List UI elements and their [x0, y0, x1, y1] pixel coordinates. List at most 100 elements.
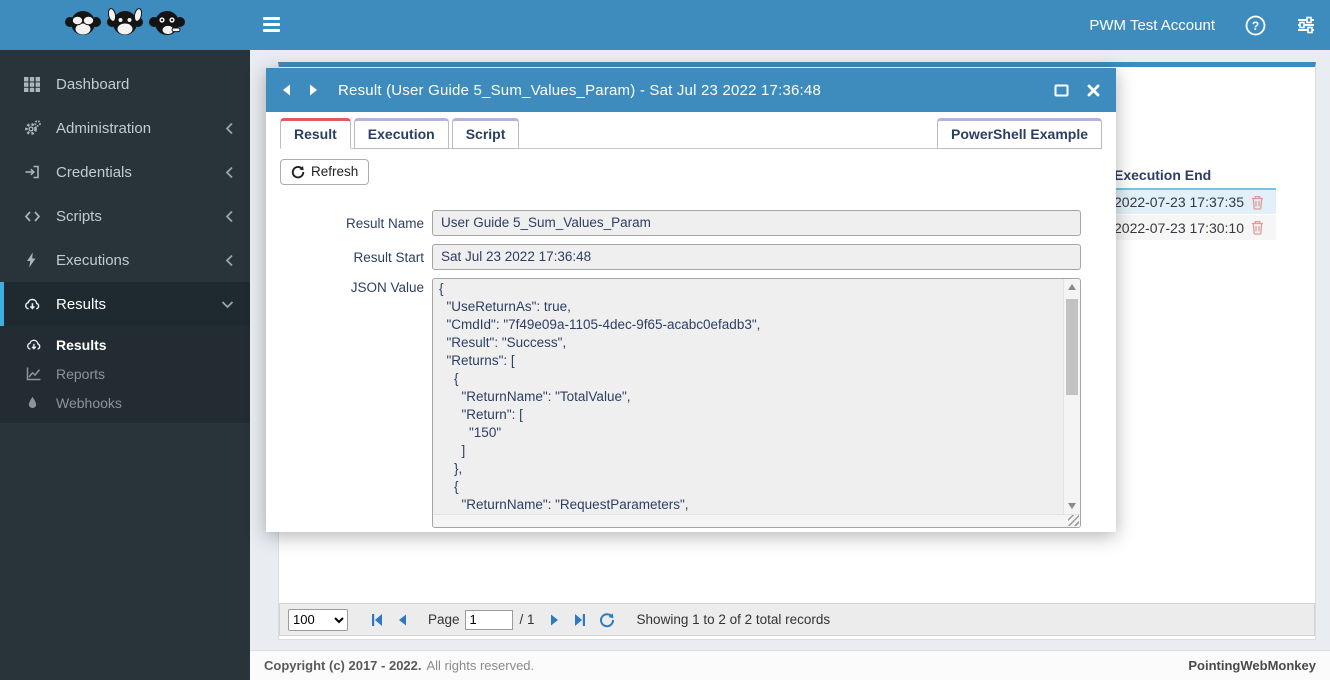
trash-icon: [1251, 195, 1264, 210]
submenu-item-reports[interactable]: Reports: [0, 359, 250, 388]
page-label: Page: [428, 612, 460, 627]
records-summary: Showing 1 to 2 of 2 total records: [637, 612, 831, 627]
cloud-download-icon: [26, 338, 48, 352]
chevron-left-icon: [225, 122, 234, 135]
menu-icon[interactable]: [263, 17, 280, 32]
submenu-item-webhooks[interactable]: Webhooks: [0, 388, 250, 417]
logo[interactable]: [0, 0, 250, 50]
dialog-header: Result (User Guide 5_Sum_Values_Param) -…: [266, 68, 1116, 112]
page-number-input[interactable]: [465, 610, 513, 630]
result-dialog: Result (User Guide 5_Sum_Values_Param) -…: [266, 68, 1116, 532]
settings-sliders-icon[interactable]: [1296, 15, 1316, 35]
delete-button[interactable]: [1251, 220, 1264, 235]
help-icon[interactable]: ?: [1245, 15, 1266, 36]
json-value-label: JSON Value: [280, 278, 432, 295]
scroll-down-icon[interactable]: [1068, 503, 1076, 509]
sidebar-item-administration[interactable]: Administration: [0, 106, 250, 150]
pagination-bar: 100 Page / 1 Showing 1 to 2 of 2 total r…: [279, 603, 1315, 636]
sidebar-item-executions[interactable]: Executions: [0, 238, 250, 282]
chevron-left-icon: [225, 210, 234, 223]
refresh-icon: [291, 165, 305, 179]
dashboard-grid-icon: [24, 76, 48, 92]
page-total: / 1: [520, 612, 535, 627]
execution-end-cell: 2022-07-23 17:37:35: [1114, 194, 1244, 210]
result-name-label: Result Name: [280, 216, 432, 231]
trash-icon: [1251, 220, 1264, 235]
column-header-execution-end[interactable]: Execution End: [1114, 167, 1211, 183]
submenu-item-label: Webhooks: [48, 395, 122, 411]
submenu-item-results[interactable]: Results: [0, 330, 250, 359]
scroll-up-icon[interactable]: [1068, 284, 1076, 290]
bolt-icon: [24, 252, 48, 268]
previous-result-button[interactable]: [282, 84, 291, 96]
chevron-down-icon: [221, 300, 234, 309]
refresh-button[interactable]: Refresh: [280, 159, 369, 185]
tab-script[interactable]: Script: [452, 118, 520, 149]
rights-text: All rights reserved.: [427, 658, 535, 673]
resize-grip[interactable]: [1068, 515, 1079, 526]
sidebar-item-dashboard[interactable]: Dashboard: [0, 62, 250, 106]
footer: Copyright (c) 2017 - 2022. All rights res…: [250, 650, 1330, 680]
refresh-button-label: Refresh: [311, 164, 358, 179]
topbar: PWM Test Account ?: [0, 0, 1330, 50]
vertical-scrollbar[interactable]: [1063, 279, 1080, 514]
submenu-item-label: Reports: [48, 366, 105, 382]
result-name-field[interactable]: User Guide 5_Sum_Values_Param: [432, 210, 1081, 236]
sidebar-item-credentials[interactable]: Credentials: [0, 150, 250, 194]
sidebar-item-label: Administration: [48, 120, 225, 137]
brand-name: PointingWebMonkey: [1188, 658, 1316, 673]
svg-text:?: ?: [1252, 19, 1259, 33]
result-name-row: Result Name User Guide 5_Sum_Values_Para…: [280, 210, 1102, 236]
code-icon: [24, 209, 48, 224]
prev-page-button[interactable]: [396, 613, 408, 627]
scrollbar-thumb[interactable]: [1066, 299, 1078, 395]
sidebar-item-label: Results: [48, 296, 221, 313]
submenu-item-label: Results: [48, 337, 107, 353]
gears-icon: [24, 120, 48, 136]
delete-button[interactable]: [1251, 195, 1264, 210]
next-page-button[interactable]: [549, 613, 561, 627]
triangle-right-icon: [309, 84, 318, 96]
sidebar-item-label: Credentials: [48, 164, 225, 181]
json-value-textarea[interactable]: { "UseReturnAs": true, "CmdId": "7f49e09…: [432, 278, 1081, 528]
copyright-years: Copyright (c) 2017 - 2022.: [264, 658, 422, 673]
cloud-download-icon: [24, 297, 48, 312]
result-start-label: Result Start: [280, 250, 432, 265]
json-value-content: { "UseReturnAs": true, "CmdId": "7f49e09…: [433, 279, 1062, 514]
chevron-left-icon: [225, 166, 234, 179]
sidebar-item-label: Executions: [48, 252, 225, 269]
sidebar-item-scripts[interactable]: Scripts: [0, 194, 250, 238]
chevron-left-icon: [225, 254, 234, 267]
sidebar: Dashboard Administration Credentials Scr…: [0, 50, 250, 680]
sign-in-icon: [24, 164, 48, 180]
sidebar-item-label: Dashboard: [48, 76, 234, 93]
result-start-field[interactable]: Sat Jul 23 2022 17:36:48: [432, 244, 1081, 270]
sidebar-item-results[interactable]: Results: [0, 282, 250, 326]
result-start-row: Result Start Sat Jul 23 2022 17:36:48: [280, 244, 1102, 270]
dialog-body: Result Execution Script PowerShell Examp…: [266, 112, 1116, 528]
triangle-left-icon: [282, 84, 291, 96]
dialog-title: Result (User Guide 5_Sum_Values_Param) -…: [338, 82, 1054, 99]
account-name[interactable]: PWM Test Account: [1089, 17, 1215, 34]
three-monkeys-logo-icon: [62, 7, 188, 43]
tab-powershell-example[interactable]: PowerShell Example: [937, 118, 1102, 149]
droplet-icon: [26, 395, 48, 410]
first-page-button[interactable]: [370, 613, 384, 627]
execution-end-cell: 2022-07-23 17:30:10: [1114, 220, 1244, 236]
last-page-button[interactable]: [573, 613, 587, 627]
horizontal-scrollbar[interactable]: [433, 514, 1080, 527]
page-size-select[interactable]: 100: [288, 609, 348, 631]
close-icon[interactable]: [1087, 84, 1100, 97]
next-result-button[interactable]: [309, 84, 318, 96]
results-submenu: Results Reports Webhooks: [0, 326, 250, 423]
reload-table-button[interactable]: [599, 612, 615, 628]
tab-execution[interactable]: Execution: [354, 118, 449, 149]
refresh-icon: [599, 612, 615, 628]
copyright-text: Copyright (c) 2017 - 2022. All rights res…: [264, 658, 534, 673]
tab-result[interactable]: Result: [280, 118, 351, 149]
chart-line-icon: [26, 366, 48, 381]
sidebar-item-label: Scripts: [48, 208, 225, 225]
dialog-tabs: Result Execution Script PowerShell Examp…: [280, 118, 1102, 149]
maximize-icon[interactable]: [1054, 84, 1069, 97]
json-value-row: JSON Value { "UseReturnAs": true, "CmdId…: [280, 278, 1102, 528]
